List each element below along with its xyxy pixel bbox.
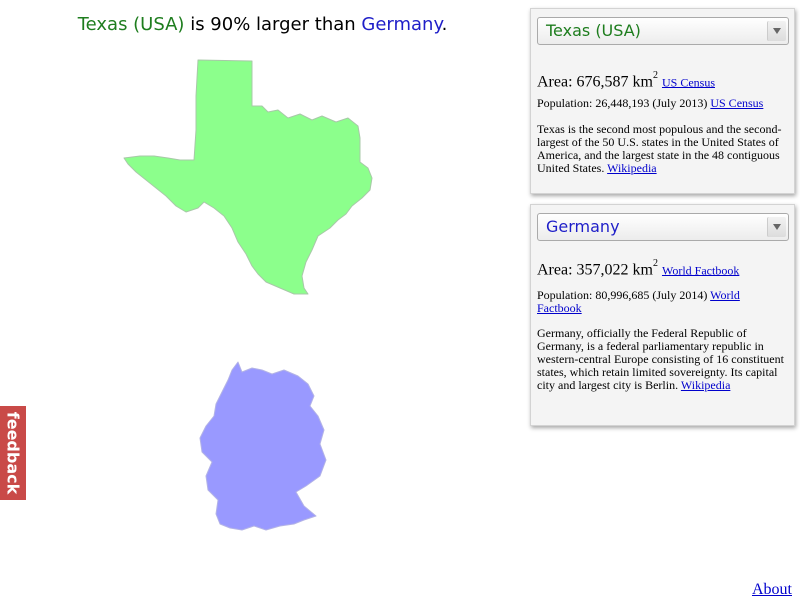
area-unit-sup-2: 2 [652, 258, 658, 269]
map-canvas [123, 59, 373, 531]
feedback-tab[interactable]: feedback [0, 406, 26, 500]
area-value-2: Area: 357,022 km [537, 261, 653, 279]
country-select-2-value: Germany [546, 217, 620, 236]
area-value-1: Area: 676,587 km [537, 73, 653, 91]
description-2: Germany, officially the Federal Republic… [537, 327, 787, 392]
germany-map-shape [199, 361, 327, 531]
chevron-down-icon[interactable] [767, 217, 786, 237]
description-source-link-2[interactable]: Wikipedia [681, 378, 731, 392]
country-select-1-value: Texas (USA) [546, 21, 641, 40]
population-value-1: Population: 26,448,193 (July 2013) [537, 96, 708, 110]
population-row-2: Population: 80,996,685 (July 2014) World… [537, 289, 787, 315]
population-source-link-1[interactable]: US Census [710, 96, 763, 110]
description-text-1: Texas is the second most populous and th… [537, 122, 782, 175]
description-1: Texas is the second most populous and th… [537, 123, 787, 175]
texas-map-shape [123, 59, 373, 295]
area-row-2: Area: 357,022 km2 World Factbook [537, 257, 739, 279]
area-source-link-1[interactable]: US Census [662, 75, 715, 89]
country-select-2[interactable]: Germany [537, 213, 789, 241]
country-panel-2: Germany Area: 357,022 km2 World Factbook… [530, 204, 795, 426]
area-unit-sup-1: 2 [652, 70, 658, 81]
population-value-2: Population: 80,996,685 (July 2014) [537, 288, 708, 302]
country-select-1[interactable]: Texas (USA) [537, 17, 789, 45]
feedback-label: feedback [3, 411, 23, 495]
description-source-link-1[interactable]: Wikipedia [607, 161, 657, 175]
area-row-1: Area: 676,587 km2 US Census [537, 69, 715, 91]
chevron-down-icon[interactable] [767, 21, 786, 41]
about-link[interactable]: About [752, 581, 792, 599]
area-source-link-2[interactable]: World Factbook [662, 263, 739, 277]
population-row-1: Population: 26,448,193 (July 2013) US Ce… [537, 97, 787, 110]
country-panel-1: Texas (USA) Area: 676,587 km2 US Census … [530, 8, 795, 194]
description-text-2: Germany, officially the Federal Republic… [537, 326, 784, 392]
